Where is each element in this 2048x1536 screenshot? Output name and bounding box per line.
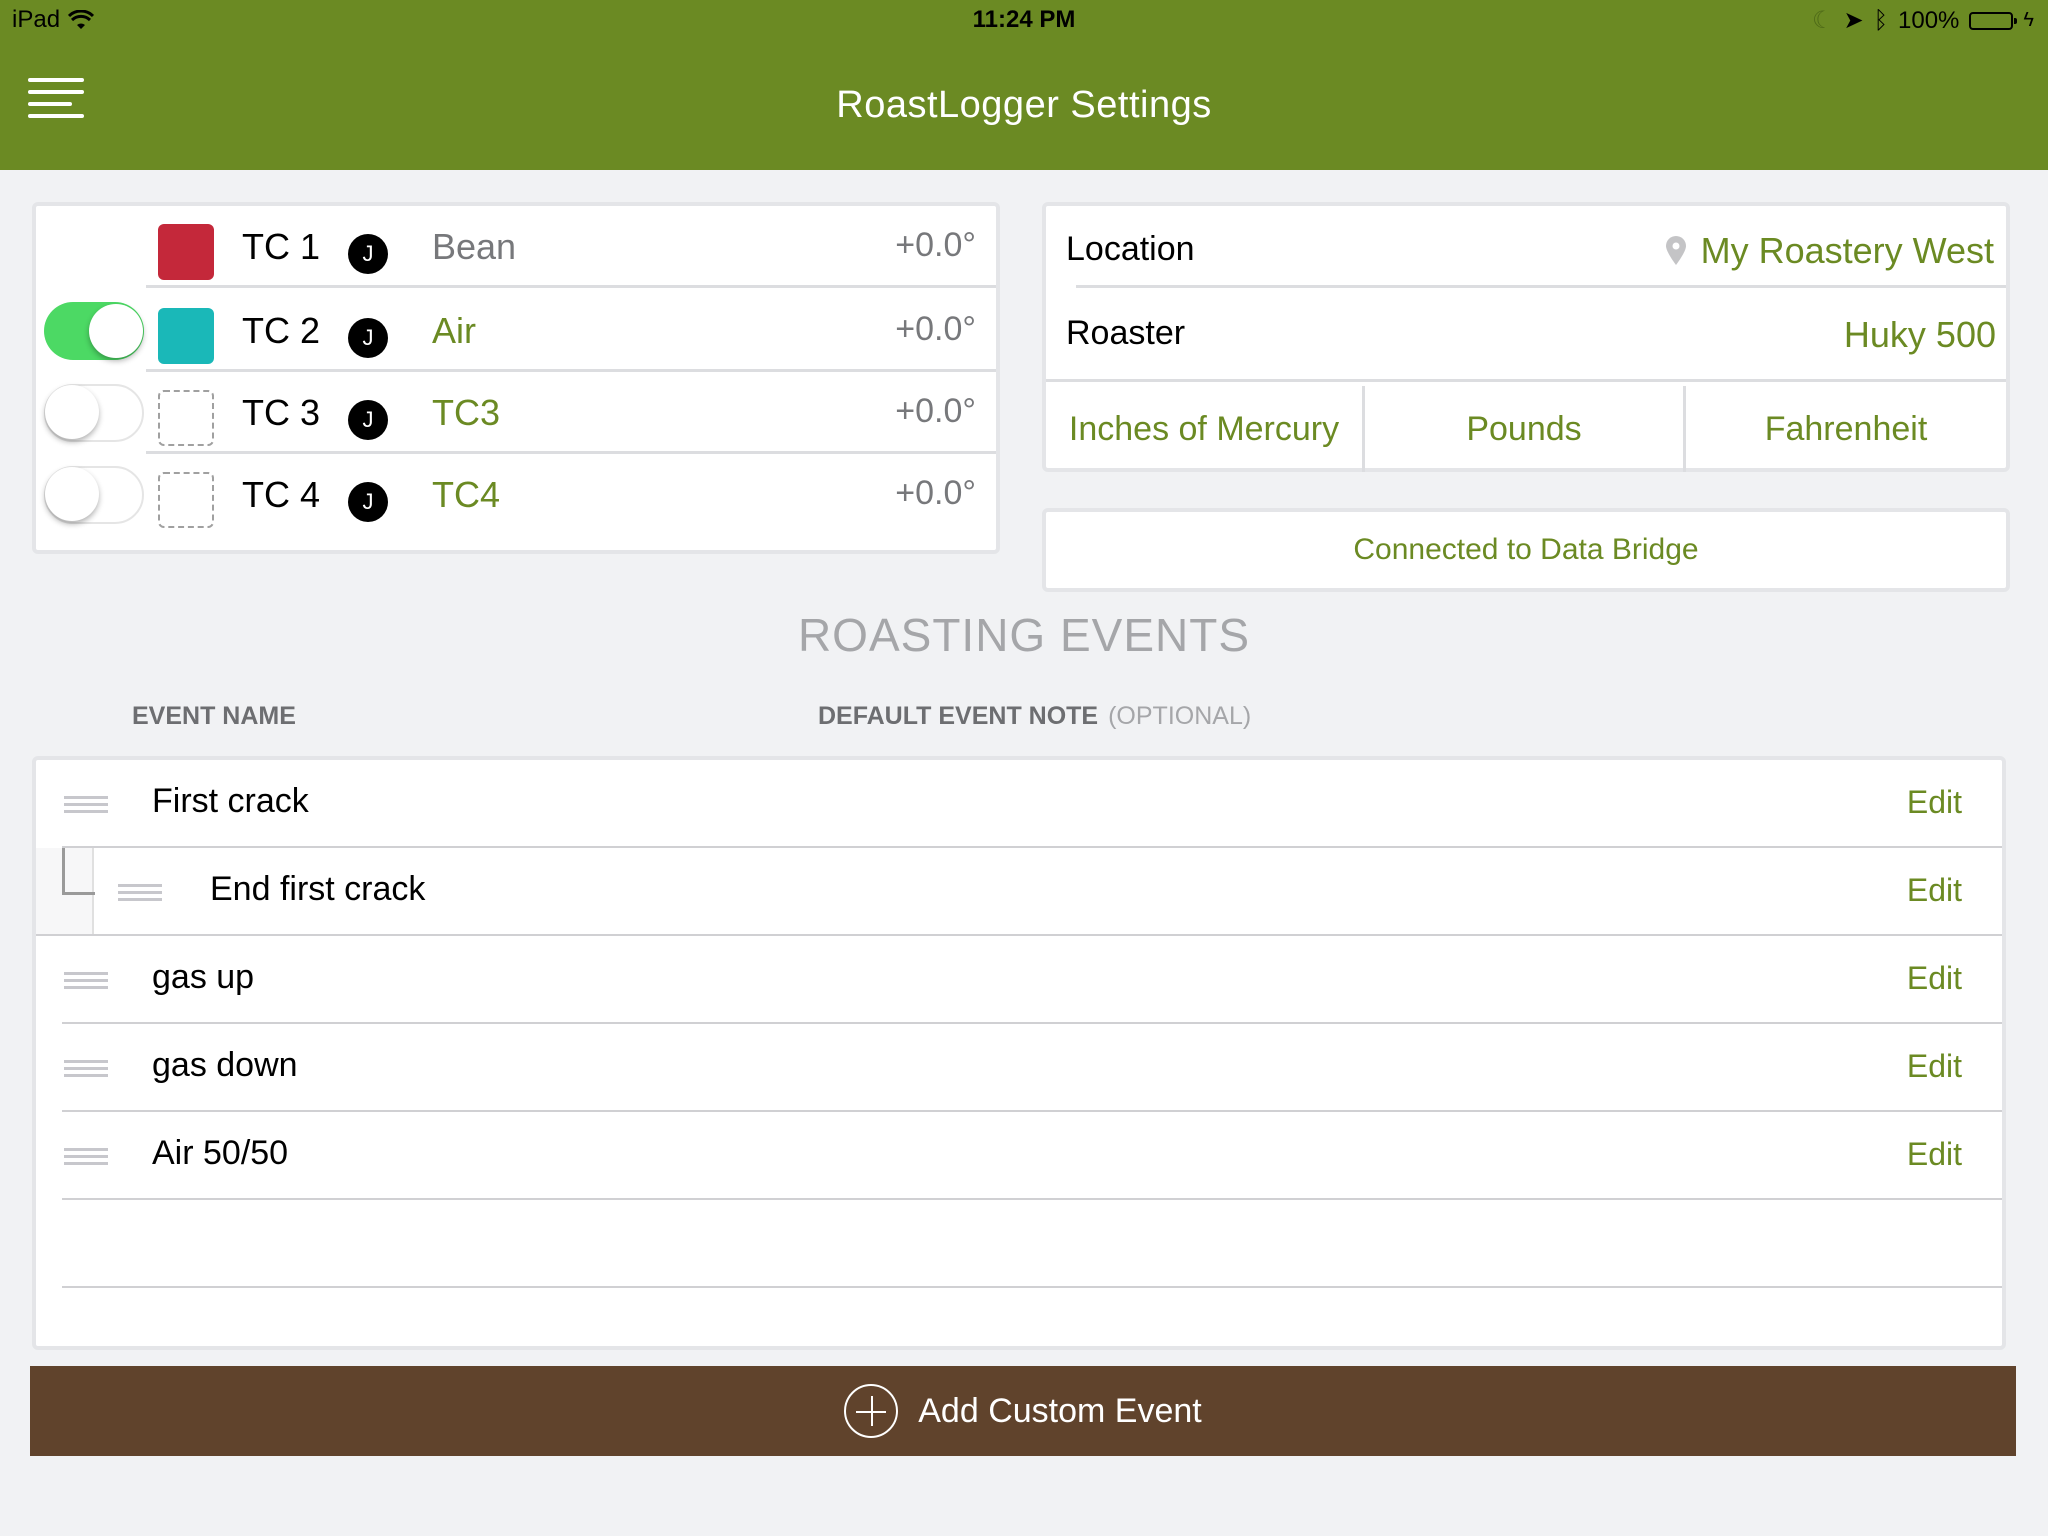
- event-name: gas up: [152, 958, 255, 996]
- location-arrow-icon: ➤: [1843, 7, 1864, 34]
- type-badge: J: [348, 400, 388, 440]
- event-row[interactable]: gas up Edit: [36, 936, 2002, 1024]
- event-name: First crack: [152, 782, 309, 820]
- child-indent-bracket-icon: [62, 848, 95, 895]
- tc-offset[interactable]: +0.0°: [895, 474, 976, 513]
- tc-name[interactable]: Air: [432, 310, 476, 352]
- roaster-label: Roaster: [1066, 314, 1186, 352]
- drag-handle-icon[interactable]: [64, 972, 108, 993]
- type-badge: J: [348, 318, 388, 358]
- tc-row[interactable]: TC 1 J Bean +0.0°: [36, 206, 996, 288]
- column-header-event-name: EVENT NAME: [132, 702, 296, 730]
- column-header-event-note: DEFAULT EVENT NOTE (OPTIONAL): [818, 702, 1252, 730]
- tc-name[interactable]: TC4: [432, 474, 500, 516]
- temperature-unit-button[interactable]: Fahrenheit: [1686, 386, 2006, 472]
- tc-offset[interactable]: +0.0°: [895, 392, 976, 431]
- roaster-row[interactable]: Roaster Huky 500: [1046, 290, 2006, 382]
- type-badge: J: [348, 482, 388, 522]
- edit-button[interactable]: Edit: [1907, 960, 1962, 997]
- color-swatch[interactable]: [158, 308, 214, 364]
- tc-label: TC 3: [242, 392, 321, 433]
- event-row[interactable]: gas down Edit: [36, 1024, 2002, 1112]
- tc-row[interactable]: TC 3 J TC3 +0.0°: [36, 372, 996, 454]
- drag-handle-icon[interactable]: [64, 1060, 108, 1081]
- tc-offset[interactable]: +0.0°: [895, 310, 976, 349]
- edit-button[interactable]: Edit: [1907, 872, 1962, 909]
- add-custom-event-label: Add Custom Event: [918, 1391, 1202, 1430]
- color-swatch-empty[interactable]: [158, 390, 214, 446]
- status-time: 11:24 PM: [972, 6, 1076, 33]
- battery-icon: [1969, 11, 2018, 30]
- weight-unit-button[interactable]: Pounds: [1365, 386, 1686, 472]
- event-name: gas down: [152, 1046, 298, 1084]
- battery-percent: 100%: [1898, 6, 1960, 34]
- tc-offset[interactable]: +0.0°: [895, 226, 976, 265]
- event-name: End first crack: [210, 870, 426, 908]
- tc-row[interactable]: TC 2 J Air +0.0°: [36, 290, 996, 372]
- bluetooth-icon: ᛒ: [1873, 6, 1889, 34]
- edit-button[interactable]: Edit: [1907, 784, 1962, 821]
- type-badge: J: [348, 234, 388, 274]
- connection-status[interactable]: Connected to Data Bridge: [1042, 508, 2010, 592]
- add-custom-event-button[interactable]: Add Custom Event: [30, 1366, 2016, 1456]
- drag-handle-icon[interactable]: [64, 796, 108, 817]
- color-swatch[interactable]: [158, 224, 214, 280]
- roaster-settings: Location My Roastery West Roaster Huky 5…: [1042, 202, 2010, 472]
- tc-enable-toggle[interactable]: [44, 466, 144, 524]
- event-row[interactable]: First crack Edit: [36, 760, 2002, 848]
- edit-button[interactable]: Edit: [1907, 1136, 1962, 1173]
- tc-label: TC 2: [242, 310, 321, 351]
- roaster-value[interactable]: Huky 500: [1844, 314, 1996, 356]
- do-not-disturb-moon-icon: ☾: [1811, 7, 1834, 34]
- tc-label: TC 1: [242, 226, 321, 267]
- events-list: First crack Edit End first crack Edit ga…: [32, 756, 2006, 1350]
- page-title: RoastLogger Settings: [836, 84, 1212, 126]
- edit-button[interactable]: Edit: [1907, 1048, 1962, 1085]
- color-swatch-empty[interactable]: [158, 472, 214, 528]
- connection-status-label: Connected to Data Bridge: [1353, 533, 1699, 566]
- thermocouple-list: TC 1 J Bean +0.0° TC 2 J Air +0.0° TC 3 …: [32, 202, 1000, 554]
- tc-enable-toggle[interactable]: [44, 384, 144, 442]
- pressure-unit-button[interactable]: Inches of Mercury: [1046, 386, 1365, 472]
- location-value[interactable]: My Roastery West: [1665, 230, 1994, 272]
- location-row[interactable]: Location My Roastery West: [1046, 206, 2006, 288]
- tc-row[interactable]: TC 4 J TC4 +0.0°: [36, 454, 996, 536]
- event-row-child[interactable]: End first crack Edit: [36, 848, 2002, 936]
- drag-handle-icon[interactable]: [118, 884, 162, 905]
- status-indicators: ☾ ➤ ᛒ 100% ϟ: [1812, 6, 2034, 35]
- map-pin-icon: [1665, 236, 1686, 265]
- tc-enable-toggle[interactable]: [44, 302, 144, 360]
- tc-name[interactable]: Bean: [432, 226, 516, 268]
- empty-event-row: [36, 1200, 2002, 1288]
- tc-label: TC 4: [242, 474, 321, 515]
- charging-bolt-icon: ϟ: [2023, 9, 2034, 31]
- event-name: Air 50/50: [152, 1134, 289, 1172]
- plus-circle-icon: [844, 1384, 899, 1438]
- section-heading: ROASTING EVENTS: [797, 609, 1251, 661]
- event-row[interactable]: Air 50/50 Edit: [36, 1112, 2002, 1200]
- drag-handle-icon[interactable]: [64, 1148, 108, 1169]
- tc-name[interactable]: TC3: [432, 392, 500, 434]
- location-label: Location: [1066, 230, 1195, 268]
